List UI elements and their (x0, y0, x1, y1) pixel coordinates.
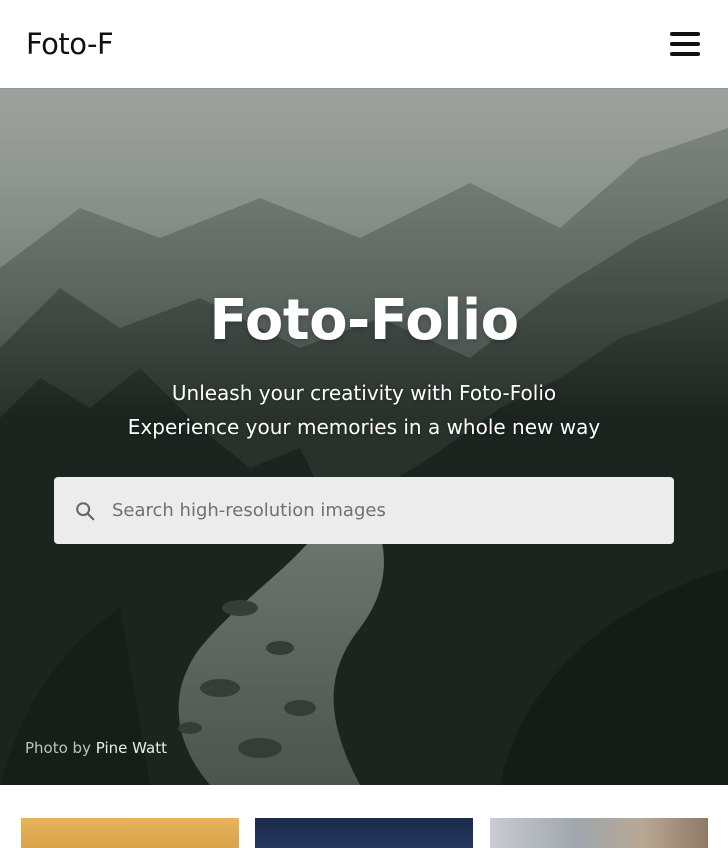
search-icon[interactable] (74, 500, 96, 522)
gallery-thumbnail[interactable] (255, 818, 473, 848)
hero-subtitle-line-1: Unleash your creativity with Foto-Folio (171, 381, 557, 405)
hero-subtitle-line-2: Experience your memories in a whole new … (127, 415, 601, 439)
search-bar[interactable] (54, 477, 674, 544)
image-gallery (0, 785, 728, 848)
menu-line (670, 32, 700, 36)
gallery-thumbnail[interactable] (21, 818, 239, 848)
hero-title: Foto-Folio (209, 288, 519, 353)
menu-line (670, 42, 700, 46)
menu-line (670, 52, 700, 56)
search-input[interactable] (110, 490, 630, 531)
photo-credit: Photo by Pine Watt (25, 741, 167, 756)
hero-banner: Foto-Folio Unleash your creativity with … (0, 88, 728, 785)
gallery-thumbnail[interactable] (490, 818, 708, 848)
site-logo[interactable]: Foto-F (26, 29, 114, 59)
photo-credit-prefix: Photo by (25, 739, 91, 757)
hero-content: Foto-Folio Unleash your creativity with … (0, 88, 728, 785)
top-navigation-bar: Foto-F (0, 0, 728, 88)
photo-credit-author-link[interactable]: Pine Watt (96, 739, 167, 757)
hamburger-menu-icon[interactable] (668, 30, 702, 58)
